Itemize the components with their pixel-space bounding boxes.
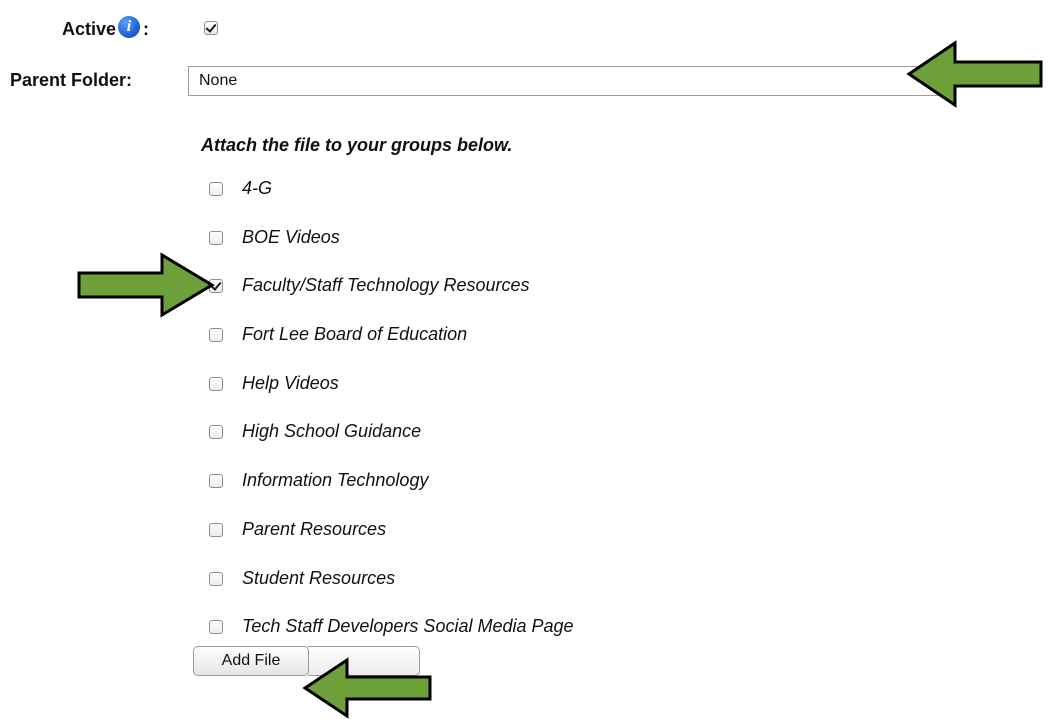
arrow-pointing-parent-folder-icon: [906, 40, 1043, 108]
active-label: Active i:: [62, 16, 149, 40]
group-label: Parent Resources: [242, 519, 387, 539]
add-file-button[interactable]: Add File: [193, 646, 309, 676]
group-label: Fort Lee Board of Education: [242, 324, 468, 344]
active-label-colon: :: [143, 19, 150, 39]
group-label: Faculty/Staff Technology Resources: [242, 275, 530, 295]
group-label: High School Guidance: [242, 421, 422, 441]
attach-groups-heading: Attach the file to your groups below.: [201, 135, 513, 155]
group-checkbox-high-school-guidance[interactable]: [209, 425, 223, 439]
group-checkbox-help-videos[interactable]: [209, 377, 223, 391]
info-icon[interactable]: i: [118, 16, 141, 38]
parent-folder-select[interactable]: None: [188, 66, 938, 96]
group-checkbox-information-technology[interactable]: [209, 474, 223, 488]
active-label-text: Active: [62, 19, 117, 39]
group-label: Student Resources: [242, 568, 396, 588]
group-checkbox-boe-videos[interactable]: [209, 231, 223, 245]
group-label: 4-G: [242, 178, 273, 198]
group-checkbox-parent-resources[interactable]: [209, 523, 223, 537]
group-checkbox-fort-lee-board-of-education[interactable]: [209, 328, 223, 342]
group-label: Help Videos: [242, 373, 339, 393]
group-label: BOE Videos: [242, 227, 340, 247]
parent-folder-label: Parent Folder:: [10, 70, 133, 90]
group-checkbox-student-resources[interactable]: [209, 572, 223, 586]
group-checkbox-tech-staff-developers-social-media-page[interactable]: [209, 620, 223, 634]
group-label: Tech Staff Developers Social Media Page: [242, 616, 574, 636]
arrow-pointing-add-file-icon: [302, 657, 432, 719]
group-checkbox-4-g[interactable]: [209, 182, 223, 196]
group-label: Information Technology: [242, 470, 429, 490]
arrow-pointing-faculty-checkbox-icon: [77, 252, 215, 318]
active-checkbox[interactable]: [204, 21, 218, 35]
